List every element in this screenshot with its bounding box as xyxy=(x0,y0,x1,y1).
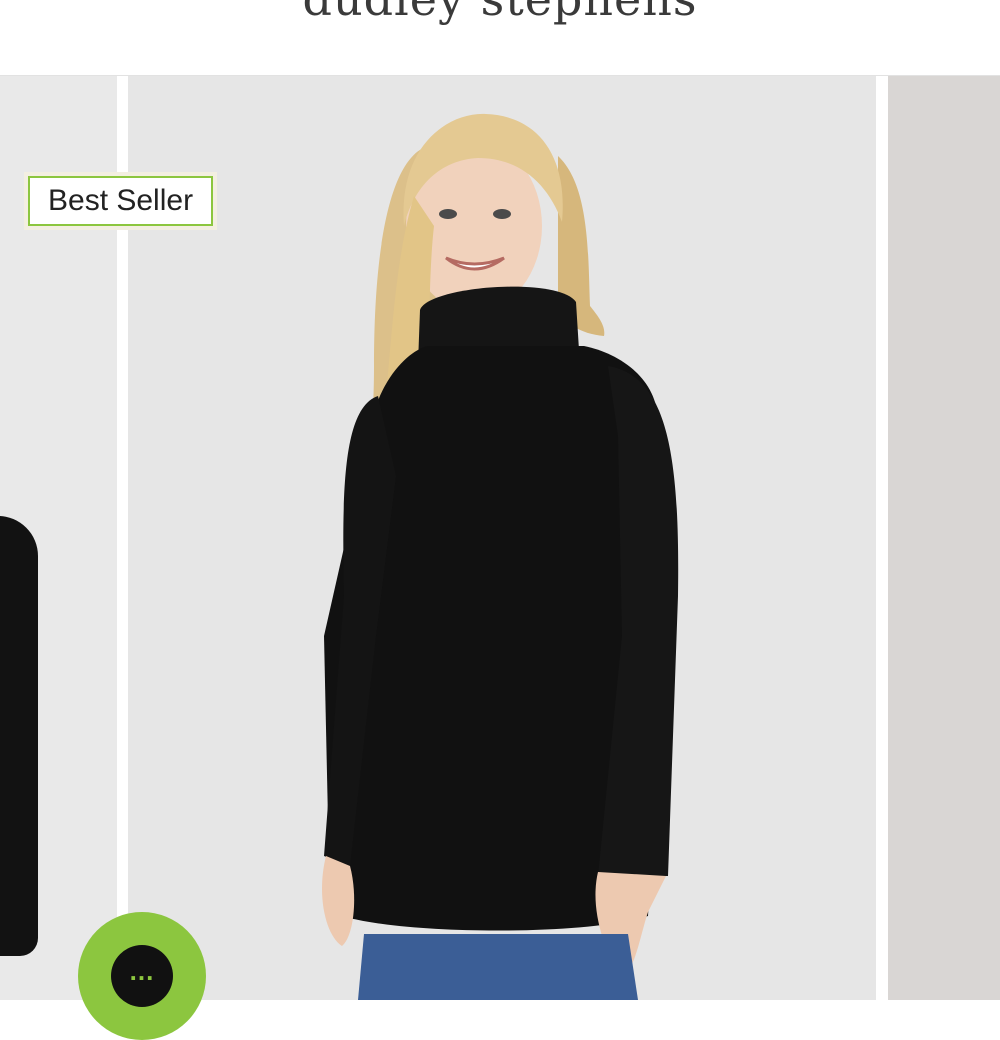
chat-bubble-icon: ... xyxy=(111,945,173,1007)
chat-button[interactable]: ... xyxy=(78,912,206,1040)
main-product-image[interactable] xyxy=(128,76,876,1000)
brand-logo[interactable]: dudley stephens xyxy=(0,0,1000,26)
previous-slide-garment xyxy=(0,516,38,956)
eye-right xyxy=(493,209,511,219)
next-slide[interactable] xyxy=(888,76,1000,1000)
site-header: dudley stephens xyxy=(0,0,1000,76)
model-photo xyxy=(321,113,679,1000)
best-seller-label: Best Seller xyxy=(28,176,214,226)
jeans xyxy=(358,934,638,1000)
hand-left xyxy=(321,856,355,946)
product-image-carousel[interactable]: Best Seller xyxy=(0,76,1000,1000)
eye-left xyxy=(439,209,457,219)
best-seller-badge: Best Seller xyxy=(24,172,218,230)
